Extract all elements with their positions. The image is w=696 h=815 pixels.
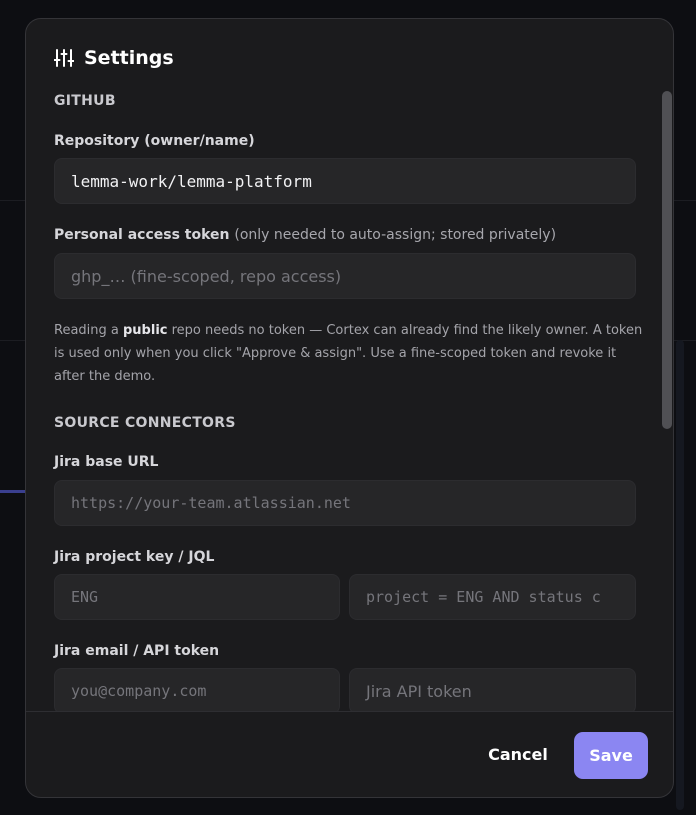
section-title-connectors: SOURCE CONNECTORS bbox=[54, 415, 236, 431]
token-placeholder: ghp_… (fine-scoped, repo access) bbox=[71, 266, 342, 286]
jira-jql-placeholder: project = ENG AND status c bbox=[366, 588, 601, 606]
section-title-github: GITHUB bbox=[54, 93, 116, 109]
token-label: Personal access token (only needed to au… bbox=[54, 227, 556, 243]
sliders-icon bbox=[54, 49, 74, 67]
repo-label: Repository (owner/name) bbox=[54, 133, 255, 149]
help-bold: public bbox=[123, 323, 168, 338]
cancel-button[interactable]: Cancel bbox=[478, 731, 558, 777]
dialog-title: Settings bbox=[84, 47, 174, 69]
repo-input[interactable]: lemma-work/lemma-platform bbox=[54, 158, 636, 204]
jira-url-label: Jira base URL bbox=[54, 454, 159, 470]
jira-key-label: Jira project key / JQL bbox=[54, 549, 215, 565]
token-label-note: (only needed to auto-assign; stored priv… bbox=[234, 227, 557, 243]
jira-email-placeholder: you@company.com bbox=[71, 682, 207, 700]
jira-token-input[interactable]: Jira API token bbox=[349, 668, 636, 711]
token-label-text: Personal access token bbox=[54, 227, 230, 243]
scrollbar-thumb[interactable] bbox=[662, 91, 672, 429]
background-accent bbox=[0, 490, 26, 493]
jira-jql-input[interactable]: project = ENG AND status c bbox=[349, 574, 636, 620]
repo-value: lemma-work/lemma-platform bbox=[71, 171, 312, 191]
save-button[interactable]: Save bbox=[574, 732, 648, 779]
github-help-text: Reading a public repo needs no token — C… bbox=[54, 319, 644, 388]
dialog-header: Settings bbox=[54, 47, 174, 69]
token-input[interactable]: ghp_… (fine-scoped, repo access) bbox=[54, 253, 636, 299]
settings-dialog: Settings GITHUB Repository (owner/name) … bbox=[25, 18, 674, 798]
jira-email-input[interactable]: you@company.com bbox=[54, 668, 340, 711]
jira-token-placeholder: Jira API token bbox=[366, 681, 472, 701]
jira-key-input[interactable]: ENG bbox=[54, 574, 340, 620]
jira-url-input[interactable]: https://your-team.atlassian.net bbox=[54, 480, 636, 526]
jira-email-label: Jira email / API token bbox=[54, 643, 220, 659]
jira-key-placeholder: ENG bbox=[71, 588, 99, 606]
dialog-body: Settings GITHUB Repository (owner/name) … bbox=[26, 19, 673, 711]
jira-url-placeholder: https://your-team.atlassian.net bbox=[71, 494, 351, 512]
background-rail bbox=[676, 340, 684, 810]
help-prefix: Reading a bbox=[54, 323, 123, 338]
